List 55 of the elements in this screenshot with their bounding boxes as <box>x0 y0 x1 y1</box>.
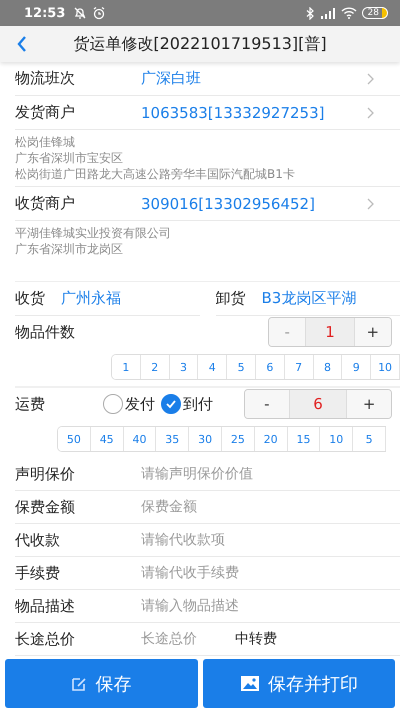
field-label: 中转费 <box>235 630 277 648</box>
select-row[interactable]: 收货商户 309016[13302956452] <box>15 187 400 221</box>
quick-value-button[interactable]: 1 <box>112 355 141 379</box>
field-label: 物流班次 <box>15 69 76 88</box>
image-icon <box>240 675 260 692</box>
save-print-button[interactable]: 保存并打印 <box>202 659 395 708</box>
edit-icon <box>71 676 88 692</box>
save-button[interactable]: 保存 <box>5 659 198 708</box>
field-label: 长途总价 <box>15 630 76 648</box>
signal-icon <box>320 7 336 19</box>
back-icon[interactable] <box>16 35 28 53</box>
bluetooth-icon <box>306 6 315 20</box>
address-line: 平湖佳锋城实业投资有限公司 <box>15 225 172 241</box>
field-label: 收货商户 <box>15 194 76 213</box>
field-value[interactable]: 广州永福 <box>61 289 121 308</box>
field-label: 发货商户 <box>15 103 76 122</box>
wifi-icon <box>340 7 357 19</box>
quick-value-button[interactable]: 50 <box>58 427 91 451</box>
radio-option[interactable]: 到付 <box>161 394 213 414</box>
address-line: 松岗佳锋城 <box>15 134 76 150</box>
input-field[interactable]: 请输代收款项 <box>141 532 400 548</box>
field-label: 运费 <box>15 394 46 414</box>
input-field[interactable]: 保费金额 <box>141 499 400 515</box>
field-label: 声明保价 <box>15 464 76 484</box>
stepper-value: 6 <box>288 390 348 418</box>
input-field[interactable]: 请输代收手续费 <box>141 565 400 581</box>
field-label: 手续费 <box>15 564 61 582</box>
alarm-icon <box>92 6 106 20</box>
field-label: 卸货 <box>216 289 246 308</box>
battery-indicator: 28 <box>362 7 388 19</box>
address-line: 松岗街道广田路龙大高速公路旁华丰国际汽配城B1卡 <box>15 166 296 182</box>
field-label: 收货 <box>15 289 45 308</box>
input-field[interactable]: 请输声明保价价值 <box>141 466 400 482</box>
bell-off-icon <box>73 6 88 20</box>
address-line: 广东省深圳市龙岗区 <box>15 241 124 257</box>
select-row[interactable]: 发货商户 1063583[13332927253] <box>15 96 400 130</box>
input-field[interactable]: 请输入物品描述 <box>141 598 400 614</box>
stepper-value: 1 <box>305 318 355 346</box>
field-label: 物品件数 <box>15 322 76 342</box>
input-field[interactable]: 长途总价 <box>141 631 225 647</box>
chevron-icon <box>367 106 374 118</box>
field-value[interactable]: B3龙岗区平湖 <box>262 289 356 308</box>
status-time: 12:53 <box>24 6 66 20</box>
address-line: 广东省深圳市宝安区 <box>15 150 124 166</box>
field-value: 广深白班 <box>141 69 202 88</box>
field-label: 物品描述 <box>15 596 76 616</box>
field-label: 保费金额 <box>15 498 76 516</box>
chevron-icon <box>367 72 374 84</box>
chevron-icon <box>367 198 374 210</box>
field-value: 309016[13302956452] <box>141 194 316 212</box>
page-title: 货运单修改[2022101719513][普] <box>72 34 328 54</box>
radio-option[interactable]: 发付 <box>103 394 155 414</box>
field-label: 代收款 <box>15 530 61 550</box>
select-row[interactable]: 物流班次 广深白班 <box>15 62 400 96</box>
field-value: 1063583[13332927253] <box>141 104 326 122</box>
